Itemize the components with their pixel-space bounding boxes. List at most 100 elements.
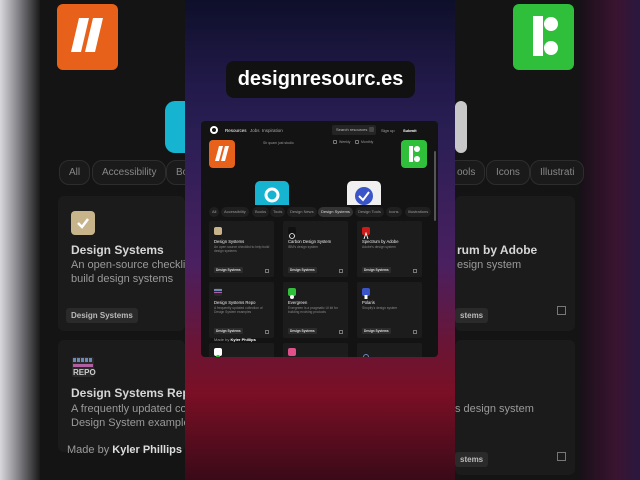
background-light-edge — [580, 0, 640, 480]
checklist-icon — [214, 227, 222, 235]
resource-card[interactable]: Evergreen Evergreen is a pragmatic UI ki… — [283, 282, 348, 338]
hero-note: Sir quam just studio — [263, 141, 294, 145]
orange-logo-tile — [209, 140, 235, 168]
nav-resources[interactable]: Resources — [225, 128, 247, 133]
background-chip-accessibility: Accessibility — [92, 160, 167, 185]
chip-design-news[interactable]: Design News — [287, 207, 317, 217]
card-tag[interactable]: Design Systems — [362, 328, 391, 334]
weekly-label: Weekly — [339, 140, 351, 144]
background-repo-icon: REPO — [72, 357, 96, 377]
monthly-checkbox[interactable] — [355, 140, 359, 144]
background-madeby-label: Made by — [67, 444, 110, 456]
background-orange-logo-tile — [57, 4, 118, 70]
made-by-credit: Made by Kyler Phillips — [214, 337, 256, 342]
external-link-icon[interactable] — [339, 330, 343, 334]
resource-card[interactable]: Design Systems Repo A frequently updated… — [209, 282, 274, 338]
background-repo-label: REPO — [73, 368, 96, 377]
pink-logo-icon — [288, 348, 296, 356]
chip-illustrations[interactable]: Illustrations — [405, 207, 432, 217]
polaris-logo-icon — [362, 288, 370, 299]
search-input[interactable]: Search resources — [332, 125, 376, 135]
background-card-title: Design Systems — [71, 243, 164, 257]
background-card-tag: stems — [455, 452, 489, 467]
sign-up-button[interactable]: Sign up — [381, 128, 395, 133]
card-title: Carbon Design System — [288, 239, 332, 244]
chip-books[interactable]: Books — [252, 207, 270, 217]
made-by-name[interactable]: Kyler Phillips — [230, 337, 255, 342]
card-title: Spectrum by Adobe — [362, 239, 399, 244]
background-card-desc: s design system — [455, 403, 534, 415]
site-logo-icon[interactable] — [210, 126, 218, 134]
nav-inspiration[interactable]: Inspiration — [262, 128, 283, 133]
card-description: IBM's design system — [288, 245, 319, 249]
card-tag[interactable]: Design Systems — [362, 267, 391, 273]
card-tag[interactable]: Design Systems — [214, 328, 243, 334]
background-card-desc: build design systems — [71, 273, 174, 285]
nav-jobs[interactable]: Jobs — [250, 128, 260, 133]
resource-card[interactable] — [209, 343, 274, 357]
chip-all[interactable]: All — [209, 207, 220, 217]
background-madeby-name: Kyler Phillips — [112, 444, 182, 456]
chip-accessibility[interactable]: Accessibility — [221, 207, 249, 217]
card-description: A frequently updated collection of Desig… — [214, 306, 263, 314]
external-link-icon[interactable] — [339, 269, 343, 273]
chip-design-systems[interactable]: Design Systems — [318, 207, 353, 217]
background-card-desc: esign system — [457, 259, 522, 271]
submit-button[interactable]: Submit — [400, 126, 424, 135]
carbon-logo-icon — [288, 227, 296, 239]
external-link-icon[interactable] — [413, 330, 417, 334]
search-placeholder: Search resources — [336, 127, 368, 132]
made-by-label: Made by — [214, 337, 230, 342]
chip-tools[interactable]: Tools — [270, 207, 286, 217]
resource-card[interactable]: Spectrum by Adobe Adobe's design system … — [357, 221, 422, 277]
green-logo-tile — [401, 140, 427, 168]
external-link-icon[interactable] — [265, 330, 269, 334]
card-tag[interactable]: Design Systems — [288, 267, 317, 273]
card-tag[interactable]: Design Systems — [214, 267, 243, 273]
card-title: Polaris — [362, 300, 375, 305]
chip-icons[interactable]: Icons — [386, 207, 402, 217]
background-checklist-icon — [71, 211, 95, 235]
green-dot-icon — [214, 348, 222, 357]
resource-card[interactable]: Design Systems An open source checklist … — [209, 221, 274, 277]
browser-window: Resources Jobs Inspiration Search resour… — [201, 121, 438, 357]
background-card-tag: Design Systems — [66, 308, 138, 323]
background-right-panel: ools Icons Illustrati rum by Adobe esign… — [455, 0, 640, 480]
check-logo-tile — [347, 181, 381, 205]
resource-card[interactable]: Polaris Shopify's design system Design S… — [357, 282, 422, 338]
card-title: Design Systems Repo — [214, 300, 256, 305]
background-card-title: Design Systems Repo — [71, 386, 185, 400]
ring-logo-icon — [362, 348, 370, 357]
external-link-icon — [557, 306, 566, 315]
chip-design-tools[interactable]: Design Tools — [355, 207, 384, 217]
background-card-title: rum by Adobe — [457, 243, 538, 257]
card-description: An open source checklist to help build d… — [214, 245, 270, 253]
resource-card[interactable] — [357, 343, 422, 357]
external-link-icon[interactable] — [265, 269, 269, 273]
video-caption: designresourc.es — [226, 61, 415, 98]
background-chip-books: Bo — [166, 160, 185, 185]
background-card-tag: stems — [455, 308, 489, 323]
card-tag[interactable]: Design Systems — [288, 328, 317, 334]
background-madeby: Made by Kyler Phillips — [67, 444, 182, 456]
keyboard-shortcut-icon — [369, 127, 374, 132]
background-card-desc: A frequently updated collect — [71, 403, 185, 415]
category-filter-bar: All Accessibility Books Tools Design New… — [209, 207, 434, 217]
card-title: Evergreen — [288, 300, 308, 305]
card-description: Adobe's design system — [362, 245, 396, 249]
resource-card[interactable]: Carbon Design System IBM's design system… — [283, 221, 348, 277]
scrollbar[interactable] — [434, 151, 436, 221]
background-light-edge — [0, 0, 40, 480]
repo-logo-icon — [214, 288, 222, 296]
background-chip-all: All — [59, 160, 91, 185]
adobe-logo-icon — [362, 227, 370, 240]
background-chip-icons: Icons — [486, 160, 530, 185]
background-cyan-tile — [165, 101, 185, 153]
background-left-panel: All Accessibility Bo Design Systems An o… — [0, 0, 185, 480]
weekly-checkbox[interactable] — [333, 140, 337, 144]
background-chip-tools: ools — [455, 160, 486, 185]
background-chip-illustrations: Illustrati — [530, 160, 585, 185]
background-card-desc: Design System examples — [71, 417, 185, 429]
external-link-icon[interactable] — [413, 269, 417, 273]
resource-card[interactable] — [283, 343, 348, 357]
